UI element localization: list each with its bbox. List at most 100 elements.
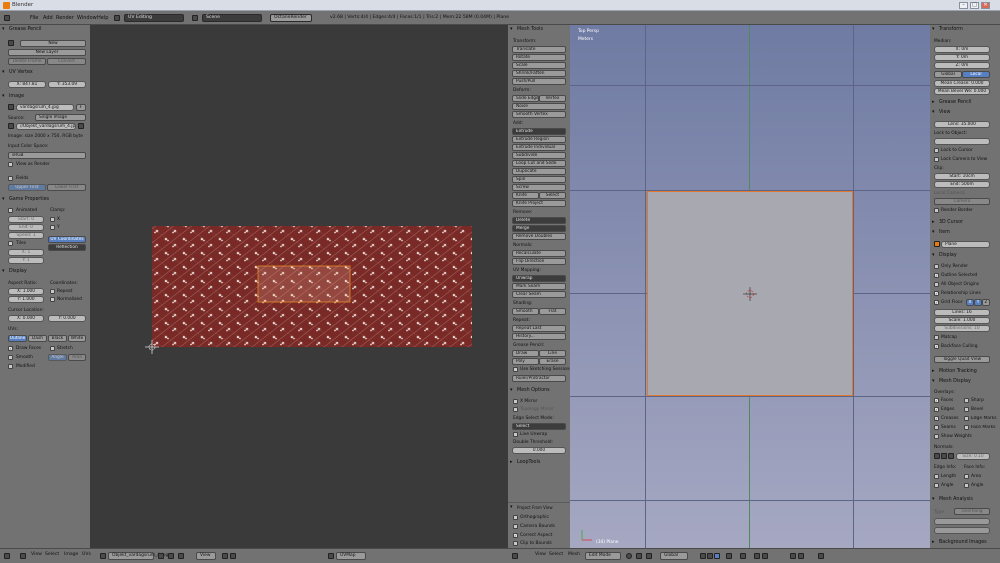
sharp-overlay-checkbox[interactable] xyxy=(964,398,969,403)
layer-icon[interactable] xyxy=(818,553,824,559)
background-images-header[interactable]: Background Images xyxy=(930,538,1000,547)
area-button[interactable]: Area xyxy=(68,354,86,361)
sync-icon[interactable] xyxy=(168,553,174,559)
proportional-edit-icon[interactable] xyxy=(740,553,746,559)
reload-icon[interactable] xyxy=(78,123,84,129)
uv-vertex-y-field[interactable]: Y: 353.09 xyxy=(48,81,86,88)
topology-mirror-checkbox[interactable] xyxy=(513,407,518,412)
image-source-select[interactable]: Single Image xyxy=(35,114,86,121)
mesh-tools-header[interactable]: Mesh Tools xyxy=(508,25,570,34)
clip-start-field[interactable]: Start: 10cm xyxy=(934,173,990,180)
face-angle-checkbox[interactable] xyxy=(964,483,969,488)
animated-checkbox[interactable] xyxy=(8,208,13,213)
uv-editor-type-icon[interactable] xyxy=(4,553,10,559)
item-name-field[interactable]: Plane xyxy=(941,241,990,248)
recalculate-button[interactable]: Recalculate xyxy=(512,250,566,257)
rotate-button[interactable]: Rotate xyxy=(512,54,566,61)
vertex-select-icon[interactable] xyxy=(178,553,184,559)
uvmap-select[interactable]: UVMap xyxy=(336,552,366,560)
uv-image-menu[interactable]: Image xyxy=(64,552,78,560)
angle-button[interactable]: Angle xyxy=(48,354,67,361)
face-normals-icon[interactable] xyxy=(948,453,954,459)
analysis-axis-field[interactable] xyxy=(934,527,990,534)
spin-button[interactable]: Spin xyxy=(512,176,566,183)
merge-menu[interactable]: Merge xyxy=(512,225,566,232)
x-mirror-checkbox[interactable] xyxy=(513,399,518,404)
vertex-mode-icon[interactable] xyxy=(700,553,706,559)
repeat-checkbox[interactable] xyxy=(50,289,55,294)
render-animation-icon[interactable] xyxy=(798,553,804,559)
loop-cut-button[interactable]: Loop Cut and Slide xyxy=(512,160,566,167)
slide-edge-button[interactable]: Slide Edge xyxy=(512,95,539,102)
uv-coordinates-button[interactable]: UV Coordinates xyxy=(48,236,86,243)
local-toggle[interactable]: Local xyxy=(962,71,990,78)
grid-y-toggle[interactable]: Y xyxy=(974,299,982,306)
lens-field[interactable]: Lens: 35.000 xyxy=(934,121,990,128)
mean-bevel-weight-field[interactable]: Mean Bevel We: 0.000 xyxy=(934,88,990,95)
3d-editor-type-icon[interactable] xyxy=(512,553,518,559)
clamp-x-checkbox[interactable] xyxy=(50,217,55,222)
mean-crease-field[interactable]: Mean Crease: 0.000 xyxy=(934,80,990,87)
display-header[interactable]: Display xyxy=(0,267,90,276)
extrude-menu[interactable]: Extrude xyxy=(512,128,566,135)
grid-x-toggle[interactable]: X xyxy=(966,299,974,306)
duplicate-button[interactable]: Duplicate xyxy=(512,168,566,175)
lock-to-cursor-checkbox[interactable] xyxy=(934,148,939,153)
fields-checkbox[interactable] xyxy=(8,176,13,181)
aspect-x-field[interactable]: X: 1.000 xyxy=(8,288,44,295)
scene-field[interactable]: Scene xyxy=(202,14,262,22)
matcap-checkbox[interactable] xyxy=(934,335,939,340)
show-weights-checkbox[interactable] xyxy=(934,434,939,439)
looptools-header[interactable]: LoopTools xyxy=(508,458,570,467)
snap-element-icon[interactable] xyxy=(762,553,768,559)
knife-select-button[interactable]: Select xyxy=(539,192,566,199)
shade-smooth-button[interactable]: Smooth xyxy=(512,308,539,315)
global-toggle[interactable]: Global xyxy=(934,71,962,78)
new-grease-pencil-button[interactable]: New xyxy=(20,40,86,47)
split-normals-icon[interactable] xyxy=(941,453,947,459)
screen-layout-icon[interactable] xyxy=(114,15,120,21)
creases-overlay-checkbox[interactable]: ✓ xyxy=(934,416,939,421)
grid-subdivisions-field[interactable]: Subdivisions: 10 xyxy=(934,325,990,332)
view-as-render-checkbox[interactable] xyxy=(8,162,13,167)
outline-selected-checkbox[interactable]: ✓ xyxy=(934,273,939,278)
color-space-select[interactable]: sRGB xyxy=(8,152,86,159)
uv-view-menu[interactable]: View xyxy=(31,552,42,560)
transform-header[interactable]: Transform xyxy=(930,25,1000,34)
3d-mesh-menu[interactable]: Mesh xyxy=(568,552,580,560)
menu-window[interactable]: Window xyxy=(77,15,97,21)
edge-select-mode-select[interactable]: Select xyxy=(512,423,566,430)
item-header[interactable]: Item xyxy=(930,228,1000,237)
local-camera-field[interactable]: Camera xyxy=(934,198,990,205)
scale-button[interactable]: Scale xyxy=(512,62,566,69)
history-button[interactable]: History... xyxy=(512,333,566,340)
median-x-field[interactable]: X: 0m xyxy=(934,46,990,53)
push-pull-button[interactable]: Push/Pull xyxy=(512,78,566,85)
slide-vertex-button[interactable]: Vertex xyxy=(539,95,566,102)
3d-cursor-header[interactable]: 3D Cursor xyxy=(930,218,1000,227)
knife-button[interactable]: Knife xyxy=(512,192,539,199)
reflection-button[interactable]: Reflection xyxy=(48,244,86,251)
maximize-button[interactable]: □ xyxy=(970,2,979,9)
fake-user-button[interactable]: F xyxy=(76,104,86,111)
image-name-field[interactable]: vardagsrum_4.jpg xyxy=(16,104,74,111)
clip-end-field[interactable]: End: 500m xyxy=(934,181,990,188)
draw-faces-checkbox[interactable]: ✓ xyxy=(8,346,13,351)
modified-checkbox[interactable] xyxy=(8,364,13,369)
lock-camera-checkbox[interactable] xyxy=(934,157,939,162)
use-sketching-checkbox[interactable] xyxy=(513,367,518,372)
menu-help[interactable]: Help xyxy=(97,15,108,21)
faces-overlay-checkbox[interactable]: ✓ xyxy=(934,398,939,403)
delete-menu[interactable]: Delete xyxy=(512,217,566,224)
repeat-last-button[interactable]: Repeat Last xyxy=(512,325,566,332)
game-properties-header[interactable]: Game Properties xyxy=(0,195,90,204)
snap-icon[interactable] xyxy=(230,553,236,559)
uv-expand-icon[interactable] xyxy=(20,553,26,559)
edge-angle-checkbox[interactable] xyxy=(934,483,939,488)
minimize-button[interactable]: – xyxy=(959,2,968,9)
uv-image-name-field[interactable]: Objekt_vardagsrum_4.jpg xyxy=(108,552,168,560)
grid-scale-field[interactable]: Scale: 1.000 xyxy=(934,317,990,324)
edge-length-checkbox[interactable] xyxy=(934,474,939,479)
aspect-y-field[interactable]: Y: 1.000 xyxy=(8,296,44,303)
snap-magnet-icon[interactable] xyxy=(754,553,760,559)
